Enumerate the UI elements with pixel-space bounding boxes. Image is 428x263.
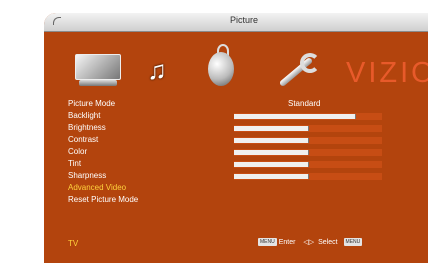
menu-item-reset-picture-mode[interactable]: Reset Picture Mode [68,195,138,204]
menu-item-backlight[interactable]: Backlight [68,111,100,120]
wrench-icon[interactable] [272,51,320,93]
slider-fill [234,138,308,143]
backlight-slider[interactable] [234,113,382,120]
tint-slider[interactable] [234,161,382,168]
left-right-arrows-icon: ◁▷ [303,239,315,246]
slider-fill [234,162,308,167]
tv-icon[interactable] [75,54,121,88]
menu-key-icon: MENU [258,238,277,247]
select-hint: Select [318,239,338,246]
back-key-icon: MENU [343,238,363,247]
window-title: Picture [229,15,258,25]
picture-menu-window: Picture ♫ VIZIO Picture Mode Backlight B… [44,13,428,263]
sharpness-slider[interactable] [234,173,382,180]
music-icon[interactable]: ♫ [146,53,168,87]
color-slider[interactable] [234,149,382,156]
footer-hints: MENU Enter ◁▷ Select MENU [258,238,363,247]
menu-item-advanced-video[interactable]: Advanced Video [68,183,126,192]
vizio-logo: VIZIO [346,57,428,89]
title-bar: Picture [44,13,428,32]
enter-hint: Enter [278,239,296,246]
menu-item-picture-mode[interactable]: Picture Mode [68,99,115,108]
slider-fill [234,126,308,131]
contrast-slider[interactable] [234,137,382,144]
slider-fill [234,174,308,179]
globe-icon[interactable] [206,40,236,92]
slider-fill [234,150,308,155]
menu-item-contrast[interactable]: Contrast [68,135,98,144]
picture-mode-value[interactable]: Standard [288,99,320,108]
slider-fill [234,114,355,119]
brightness-slider[interactable] [234,125,382,132]
menu-item-sharpness[interactable]: Sharpness [68,171,106,180]
menu-item-tint[interactable]: Tint [68,159,81,168]
input-source-label: TV [68,239,79,248]
menu-item-color[interactable]: Color [68,147,87,156]
menu-item-brightness[interactable]: Brightness [68,123,106,132]
